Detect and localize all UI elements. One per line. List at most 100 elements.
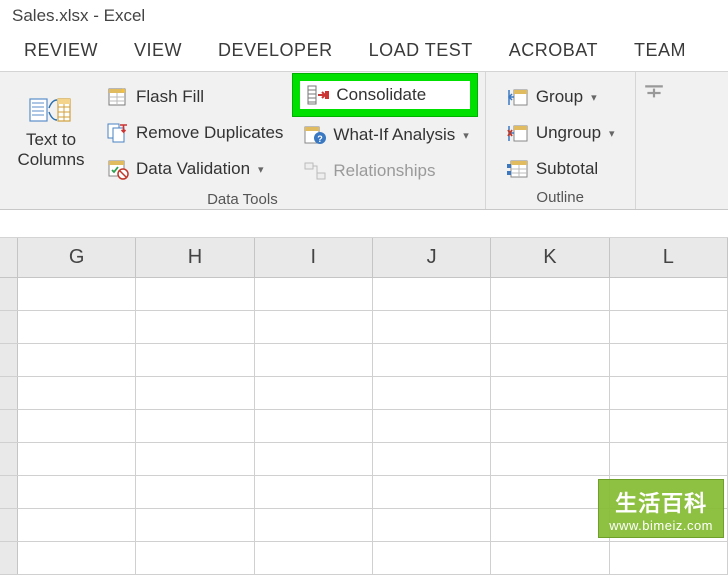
cell[interactable] (255, 410, 373, 442)
cell[interactable] (136, 377, 254, 409)
consolidate-icon (306, 84, 330, 106)
group-icon (506, 86, 530, 108)
cell[interactable] (136, 344, 254, 376)
col-head-j[interactable]: J (373, 238, 491, 277)
tab-developer[interactable]: DEVELOPER (200, 30, 351, 71)
cell[interactable] (255, 344, 373, 376)
tab-load-test[interactable]: LOAD TEST (351, 30, 491, 71)
cell[interactable] (610, 344, 728, 376)
data-validation-button[interactable]: Data Validation ▾ (100, 152, 289, 186)
show-detail-icon[interactable] (636, 72, 672, 209)
cell[interactable] (18, 542, 136, 574)
text-to-columns-label: Text to Columns (10, 130, 92, 169)
col-head-h[interactable]: H (136, 238, 254, 277)
cell[interactable] (491, 476, 609, 508)
group-button[interactable]: Group ▾ (500, 80, 621, 114)
cell[interactable] (610, 377, 728, 409)
cell[interactable] (18, 377, 136, 409)
cell[interactable] (18, 509, 136, 541)
cell[interactable] (18, 443, 136, 475)
consolidate-highlight: Consolidate (293, 74, 476, 116)
cell[interactable] (491, 278, 609, 310)
cell[interactable] (610, 443, 728, 475)
window-title: Sales.xlsx - Excel (12, 6, 145, 25)
cell[interactable] (136, 509, 254, 541)
cell[interactable] (491, 377, 609, 409)
cell[interactable] (373, 509, 491, 541)
cell[interactable] (18, 311, 136, 343)
data-validation-icon (106, 158, 130, 180)
col-head-i[interactable]: I (255, 238, 373, 277)
cell[interactable] (373, 410, 491, 442)
cell[interactable] (18, 410, 136, 442)
ungroup-icon (506, 122, 530, 144)
cell[interactable] (373, 311, 491, 343)
cell[interactable] (373, 278, 491, 310)
group-title-data-tools: Data Tools (6, 188, 479, 209)
dropdown-caret-icon: ▾ (591, 91, 597, 104)
cell[interactable] (255, 509, 373, 541)
cell[interactable] (136, 278, 254, 310)
cell[interactable] (491, 344, 609, 376)
cell[interactable] (18, 278, 136, 310)
tab-acrobat[interactable]: ACROBAT (491, 30, 616, 71)
column-headers: G H I J K L (0, 238, 728, 278)
flash-fill-icon (106, 86, 130, 108)
cell[interactable] (255, 377, 373, 409)
remove-duplicates-button[interactable]: Remove Duplicates (100, 116, 289, 150)
cell[interactable] (255, 542, 373, 574)
cell[interactable] (610, 410, 728, 442)
cell[interactable] (491, 410, 609, 442)
subtotal-label: Subtotal (536, 159, 598, 179)
cell[interactable] (491, 509, 609, 541)
cell[interactable] (18, 476, 136, 508)
cell[interactable] (136, 443, 254, 475)
title-bar: Sales.xlsx - Excel (0, 0, 728, 30)
cell[interactable] (255, 443, 373, 475)
col-head-l[interactable]: L (610, 238, 728, 277)
dropdown-caret-icon: ▾ (258, 163, 264, 176)
cell[interactable] (255, 311, 373, 343)
flash-fill-label: Flash Fill (136, 87, 204, 107)
cell[interactable] (373, 476, 491, 508)
relationships-icon (303, 160, 327, 182)
cell[interactable] (373, 443, 491, 475)
cell[interactable] (255, 476, 373, 508)
relationships-button: Relationships (297, 154, 474, 188)
group-title-outline: Outline (492, 186, 629, 207)
cell[interactable] (136, 311, 254, 343)
cell[interactable] (136, 542, 254, 574)
cell[interactable] (610, 542, 728, 574)
col-head-k[interactable]: K (491, 238, 609, 277)
cell[interactable] (610, 278, 728, 310)
text-to-columns-button[interactable]: Text to Columns (6, 76, 96, 188)
cell[interactable] (491, 542, 609, 574)
cell[interactable] (610, 311, 728, 343)
what-if-analysis-button[interactable]: ? What-If Analysis ▾ (297, 118, 474, 152)
cell[interactable] (373, 344, 491, 376)
what-if-icon: ? (303, 124, 327, 146)
col-head-g[interactable]: G (18, 238, 136, 277)
subtotal-icon (506, 158, 530, 180)
tab-review[interactable]: REVIEW (6, 30, 116, 71)
cell[interactable] (373, 377, 491, 409)
cell[interactable] (491, 311, 609, 343)
tab-team[interactable]: TEAM (616, 30, 704, 71)
data-validation-label: Data Validation (136, 159, 250, 179)
ribbon-tabs: REVIEW VIEW DEVELOPER LOAD TEST ACROBAT … (0, 30, 728, 72)
consolidate-button[interactable]: Consolidate (300, 81, 434, 109)
tab-view[interactable]: VIEW (116, 30, 200, 71)
text-to-columns-icon (29, 94, 73, 126)
cell[interactable] (136, 476, 254, 508)
cell[interactable] (136, 410, 254, 442)
watermark-url: www.bimeiz.com (609, 518, 713, 533)
cell[interactable] (18, 344, 136, 376)
cell[interactable] (373, 542, 491, 574)
subtotal-button[interactable]: Subtotal (500, 152, 621, 186)
cell[interactable] (255, 278, 373, 310)
cell[interactable] (491, 443, 609, 475)
ungroup-button[interactable]: Ungroup ▾ (500, 116, 621, 150)
table-row (0, 542, 728, 575)
table-row (0, 377, 728, 410)
flash-fill-button[interactable]: Flash Fill (100, 80, 289, 114)
